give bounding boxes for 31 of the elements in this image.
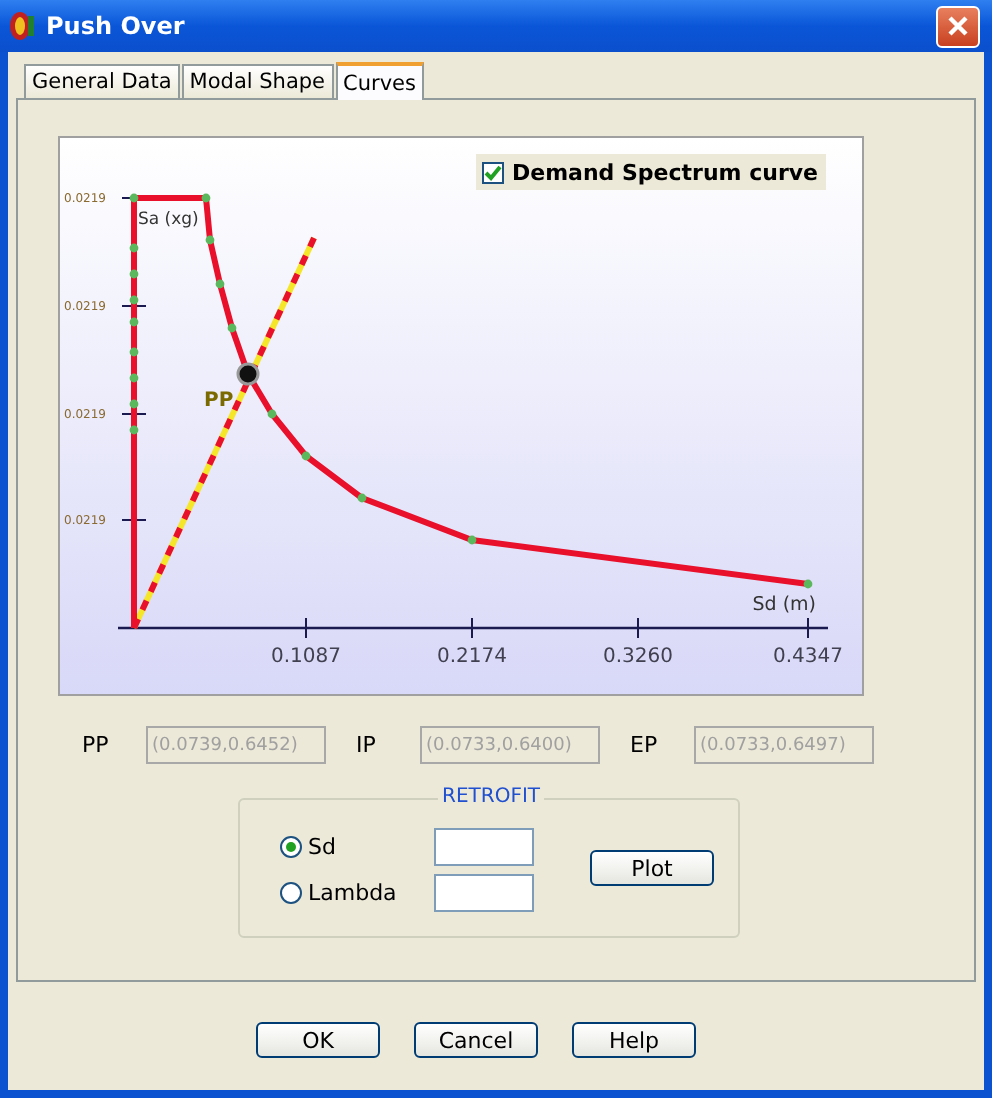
y-axis-title: Sa (xg) — [138, 210, 199, 230]
dialog-button[interactable]: OK — [256, 1022, 380, 1058]
dialog-button[interactable]: Cancel — [414, 1022, 538, 1058]
x-tick-label: 0.2174 — [437, 646, 507, 668]
input-field[interactable] — [434, 874, 534, 912]
tab[interactable]: General Data — [24, 64, 180, 98]
dialog-button[interactable]: Help — [572, 1022, 696, 1058]
radio-option[interactable]: Lambda — [280, 880, 434, 906]
window-title: Push Over — [46, 12, 187, 40]
x-tick-label: 0.1087 — [271, 646, 341, 668]
check-icon — [484, 163, 502, 181]
checkbox[interactable] — [482, 161, 504, 183]
field-label: IP — [356, 732, 378, 758]
x-tick-label: 0.4347 — [773, 646, 843, 668]
group-title: RETROFIT — [438, 786, 545, 808]
x-axis-title: Sd (m) — [752, 594, 816, 616]
field-label: PP — [82, 732, 111, 758]
app-icon — [8, 10, 36, 42]
radio-button[interactable] — [280, 882, 302, 904]
close-icon — [946, 14, 970, 38]
plot-button[interactable]: Plot — [590, 850, 714, 886]
close-button[interactable] — [936, 5, 980, 47]
field-label: EP — [630, 732, 660, 758]
tab[interactable]: Curves — [335, 62, 424, 100]
tab[interactable]: Modal Shape — [181, 64, 334, 98]
point-label: PP — [204, 390, 234, 412]
radio-option[interactable]: Sd — [280, 834, 434, 860]
legend-label: Demand Spectrum curve — [512, 159, 819, 185]
radio-button[interactable] — [280, 836, 302, 858]
x-tick-label: 0.3260 — [603, 646, 673, 668]
input-field[interactable] — [434, 828, 534, 866]
